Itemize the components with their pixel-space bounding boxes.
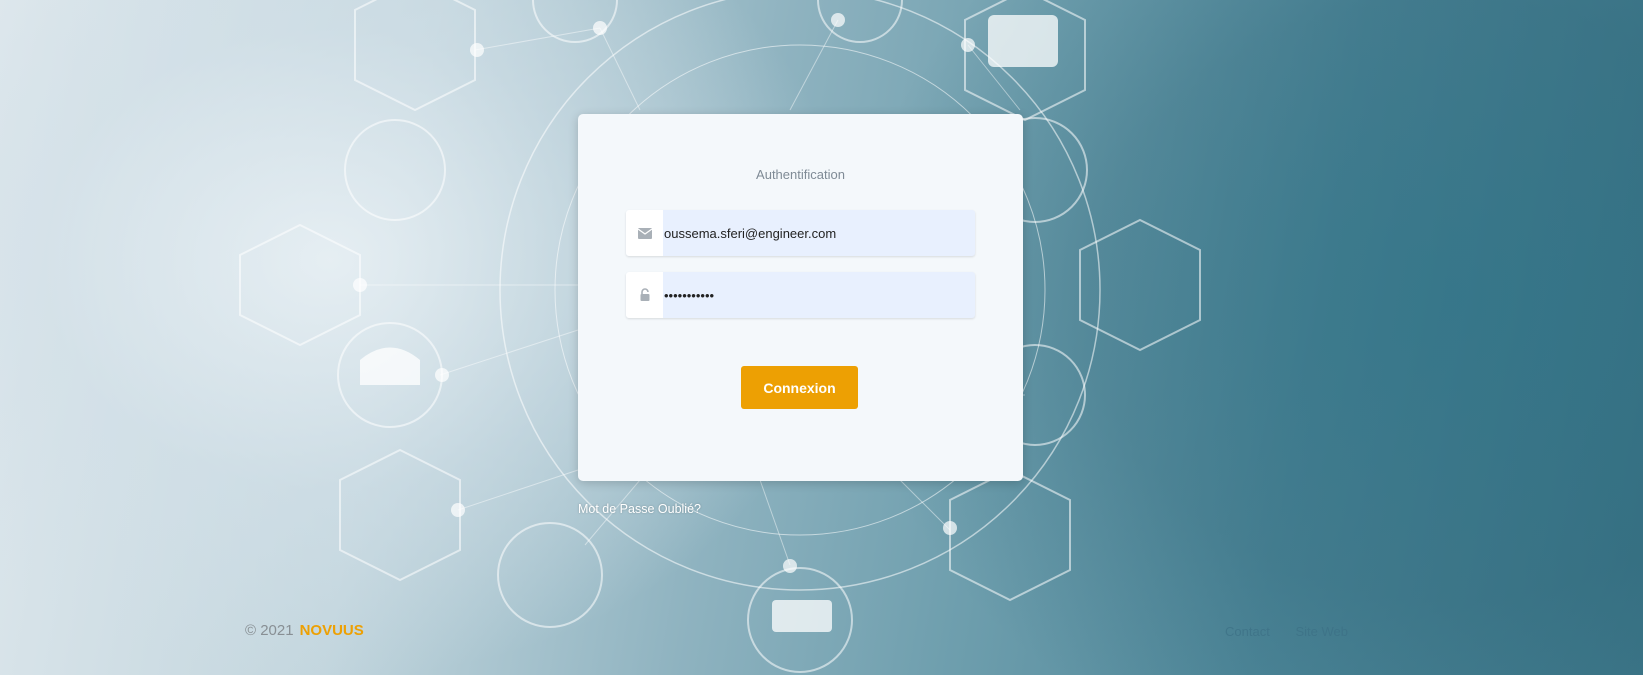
envelope-icon [626,210,663,256]
password-field-wrapper [626,272,975,318]
login-card: Authentification Connexion [578,114,1023,481]
footer-copyright: © 2021 NOVUUS [245,622,364,639]
login-title: Authentification [756,167,845,182]
footer-link-website[interactable]: Site Web [1295,624,1348,639]
copyright-text: © 2021 [245,622,294,639]
email-field[interactable] [664,210,964,256]
forgot-password-link[interactable]: Mot de Passe Oublié? [578,502,701,516]
footer-links: Contact Site Web [1225,624,1370,639]
footer-link-contact[interactable]: Contact [1225,624,1270,639]
password-field[interactable] [664,272,964,318]
email-field-wrapper [626,210,975,256]
lock-icon [626,272,663,318]
brand-name: NOVUUS [299,622,364,639]
login-button[interactable]: Connexion [741,366,858,409]
